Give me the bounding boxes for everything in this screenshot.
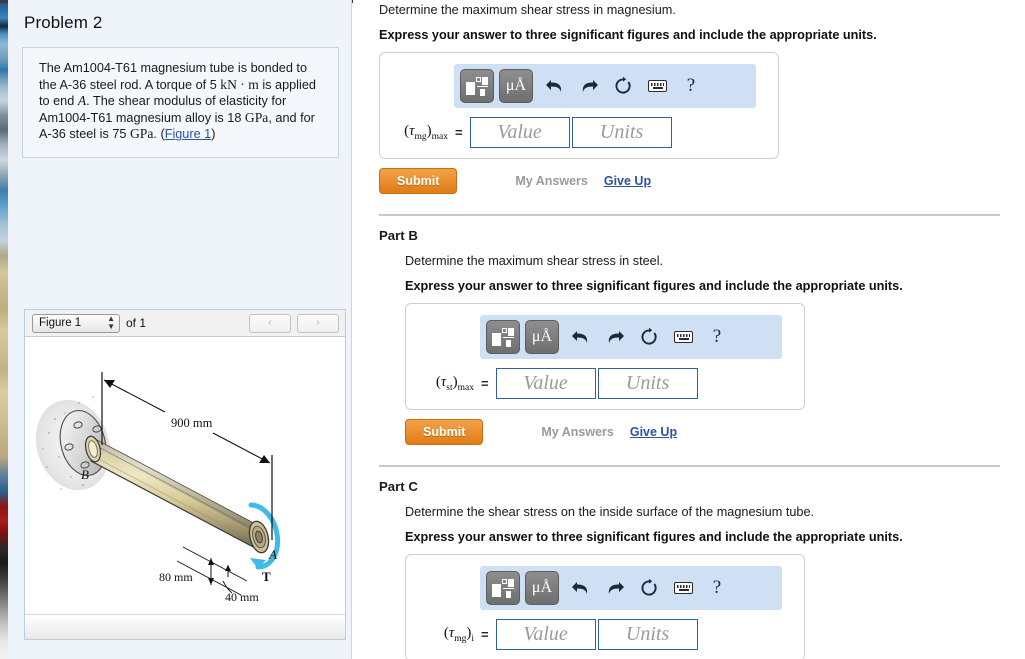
part-b-value-input[interactable]: Value <box>495 368 596 399</box>
part-b-answer-box: μÅ ? (τst)max = Value Units <box>405 303 805 410</box>
template-icon[interactable] <box>486 571 520 605</box>
part-a-submit-button[interactable]: Submit <box>379 168 458 194</box>
keyboard-icon[interactable] <box>640 69 674 103</box>
figure-next-button[interactable]: › <box>297 313 339 333</box>
part-a-answer-row: (τmg)max = Value Units <box>380 117 778 148</box>
part-c-value-input[interactable]: Value <box>495 619 596 650</box>
part-b-heading: Part B <box>379 228 418 243</box>
part-a-give-up[interactable]: Give Up <box>604 174 651 188</box>
dim-length-label: 900 mm <box>171 416 213 430</box>
part-c-math-toolbar: μÅ ? <box>480 566 782 610</box>
part-b-my-answers[interactable]: My Answers <box>541 425 613 439</box>
part-a-symbol: (τmg)max <box>404 123 448 142</box>
problem-statement-box: The Am1004-T61 magnesium tube is bonded … <box>22 47 339 158</box>
page-root: Problem 2 The Am1004-T61 magnesium tube … <box>0 0 1025 659</box>
reset-icon[interactable] <box>606 69 640 103</box>
undo-icon[interactable] <box>564 320 598 354</box>
part-c-answer-box: μÅ ? (τmg)i = Value Units <box>405 554 805 659</box>
part-b-prompt: Determine the maximum shear stress in st… <box>405 254 664 268</box>
chevron-left-icon: ‹ <box>268 317 272 329</box>
part-c-prompt: Determine the shear stress on the inside… <box>405 505 815 519</box>
part-a-value-input[interactable]: Value <box>469 117 570 148</box>
statement-seg-10: ) <box>211 127 216 142</box>
label-point-b: B <box>81 467 89 482</box>
problem-sidebar: Problem 2 The Am1004-T61 magnesium tube … <box>8 0 352 659</box>
part-a-bold-prompt: Express your answer to three significant… <box>379 28 877 42</box>
part-b-give-up[interactable]: Give Up <box>630 425 677 439</box>
part-b-symbol: (τst)max <box>435 374 474 393</box>
background-window-sliver <box>0 0 8 659</box>
undo-icon[interactable] <box>538 69 572 103</box>
statement-seg-8: GPa <box>129 126 154 142</box>
problem-statement-text: The Am1004-T61 magnesium tube is bonded … <box>39 60 324 143</box>
chevron-updown-icon: ▲ ▼ <box>107 314 115 331</box>
figure-count-label: of 1 <box>126 316 147 330</box>
shaft-torque-diagram: 900 mm 80 mm 40 mm A B T <box>35 372 281 604</box>
part-c-equals: = <box>481 627 489 642</box>
page-title: Problem 2 <box>24 13 103 32</box>
dim-outer-label: 80 mm <box>159 570 193 584</box>
part-b-units-input[interactable]: Units <box>597 368 698 399</box>
statement-seg-4: A <box>77 93 87 109</box>
part-b-block: Part B Determine the maximum shear stres… <box>353 216 1025 445</box>
units-icon[interactable]: μÅ <box>525 320 559 354</box>
label-torque-t: T <box>262 569 271 584</box>
part-b-answer-row: (τst)max = Value Units <box>406 368 804 399</box>
part-b-math-toolbar: μÅ ? <box>480 315 782 359</box>
part-b-submit-button[interactable]: Submit <box>405 419 484 445</box>
dim-inner-label: 40 mm <box>225 590 259 604</box>
part-c-bold-prompt: Express your answer to three significant… <box>405 530 903 544</box>
figure-selector-dropdown[interactable]: Figure 1 ▲ ▼ <box>32 313 120 333</box>
part-a-answer-box: μÅ ? (τmg)max = Value Units <box>379 52 779 159</box>
keyboard-icon[interactable] <box>666 571 700 605</box>
figure-selector-value: Figure 1 <box>39 317 82 329</box>
part-b-actions: Submit My Answers Give Up <box>405 419 1025 445</box>
part-c-heading: Part C <box>379 479 418 494</box>
help-icon[interactable]: ? <box>700 320 734 354</box>
units-icon[interactable]: μÅ <box>525 571 559 605</box>
statement-seg-2: kN · m <box>220 76 259 92</box>
reset-icon[interactable] <box>632 571 666 605</box>
part-c-symbol: (τmg)i <box>443 625 474 644</box>
part-a-equals: = <box>455 125 463 140</box>
redo-icon[interactable] <box>598 320 632 354</box>
magnesium-tube <box>90 436 258 550</box>
part-b-bold-prompt: Express your answer to three significant… <box>405 279 903 293</box>
part-a-actions: Submit My Answers Give Up <box>379 168 1025 194</box>
label-point-a: A <box>268 547 277 562</box>
redo-icon[interactable] <box>572 69 606 103</box>
statement-seg-9: . ( <box>153 127 165 142</box>
part-a-units-input[interactable]: Units <box>571 117 672 148</box>
parts-column: Determine the maximum shear stress in ma… <box>353 0 1025 659</box>
part-b-equals: = <box>481 376 489 391</box>
part-c-answer-row: (τmg)i = Value Units <box>406 619 804 650</box>
figure-panel-footer <box>25 614 345 639</box>
chevron-right-icon: › <box>316 317 320 329</box>
reset-icon[interactable] <box>632 320 666 354</box>
keyboard-icon[interactable] <box>666 320 700 354</box>
help-icon[interactable]: ? <box>700 571 734 605</box>
units-icon[interactable]: μÅ <box>499 69 533 103</box>
help-icon[interactable]: ? <box>674 69 708 103</box>
part-a-block: Determine the maximum shear stress in ma… <box>353 0 1025 194</box>
undo-icon[interactable] <box>564 571 598 605</box>
template-icon[interactable] <box>460 69 494 103</box>
part-a-my-answers[interactable]: My Answers <box>515 174 587 188</box>
redo-icon[interactable] <box>598 571 632 605</box>
part-a-prompt: Determine the maximum shear stress in ma… <box>379 3 676 17</box>
figure-panel-header: Figure 1 ▲ ▼ of 1 ‹ › <box>25 310 345 337</box>
figure-image-area[interactable]: 900 mm 80 mm 40 mm A B T <box>25 337 345 614</box>
part-c-block: Part C Determine the shear stress on the… <box>353 467 1025 659</box>
template-icon[interactable] <box>486 320 520 354</box>
part-c-units-input[interactable]: Units <box>597 619 698 650</box>
figure-panel: Figure 1 ▲ ▼ of 1 ‹ › 900 mm 80 mm 40 mm… <box>24 309 346 640</box>
statement-seg-6: GPa <box>244 109 269 125</box>
figure-1-link[interactable]: Figure 1 <box>165 127 212 141</box>
figure-prev-button[interactable]: ‹ <box>249 313 291 333</box>
part-a-math-toolbar: μÅ ? <box>454 64 756 108</box>
